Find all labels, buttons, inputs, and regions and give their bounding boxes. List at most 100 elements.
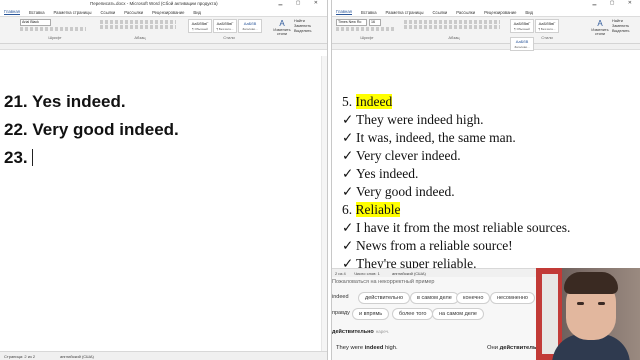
list-item: ✓ Yes indeed. <box>342 166 419 181</box>
list-item: ✓ News from a reliable source! <box>342 238 513 253</box>
font-buttons[interactable] <box>20 27 86 31</box>
change-styles-icon: A <box>279 19 285 28</box>
change-styles-icon-right: A <box>597 19 603 28</box>
paragraph-group-label: Абзац <box>134 35 146 40</box>
tab-mailings[interactable]: Рассылки <box>124 10 143 15</box>
style-normal[interactable]: АаБбВвГ ¶ Обычный <box>188 19 212 33</box>
font-size-box-right[interactable]: 16 <box>369 19 381 26</box>
ribbon-right: Times New Ro 16 Шрифт Абзац АаБбВвГ ¶ Обы… <box>332 16 640 51</box>
check-icon: ✓ <box>342 220 354 235</box>
heading-indeed: 5. Indeed <box>342 94 393 109</box>
style-normal-right[interactable]: АаБбВвГ ¶ Обычный <box>510 19 534 33</box>
chip-konechno[interactable]: конечно <box>456 292 491 304</box>
status-language-right: английский (США) <box>392 271 426 276</box>
tab-home[interactable]: Главная <box>4 9 20 15</box>
change-styles-button[interactable]: A Изменить стили <box>272 19 292 39</box>
align-buttons[interactable] <box>100 25 176 29</box>
check-icon: ✓ <box>342 256 354 268</box>
styles-group-label: Стили <box>223 35 235 40</box>
styles-group: АаБбВвГ ¶ Обычный АаБбВвГ ¶ Без инте... АаБб… <box>188 19 270 40</box>
check-icon: ✓ <box>342 184 354 199</box>
change-styles-button-right[interactable]: A Изменить стили <box>590 19 610 39</box>
font-group-right: Times New Ro 16 Шрифт <box>336 19 398 40</box>
status-page: Страница: 2 из 2 <box>4 354 36 359</box>
select-button[interactable]: Выделить <box>294 29 324 34</box>
chip-deystvitelno[interactable]: действительно <box>358 292 411 304</box>
window-title: Переписать.docx - Microsoft Word (Сбой а… <box>90 1 218 6</box>
list-buttons[interactable] <box>100 20 176 24</box>
line-21: 21. Yes indeed. <box>4 92 126 111</box>
tab-view[interactable]: Вид <box>193 10 201 15</box>
editing-group: Найти Заменить Выделить <box>294 19 324 39</box>
line-22: 22. Very good indeed. <box>4 120 179 139</box>
tab-view-right[interactable]: Вид <box>525 10 533 15</box>
report-link[interactable]: Пожаловаться на некорректный пример <box>332 279 434 285</box>
title-bar: Переписать.docx - Microsoft Word (Сбой а… <box>0 0 327 8</box>
status-language: английский (США) <box>60 354 94 359</box>
document-page[interactable]: 21. Yes indeed. 22. Very good indeed. 23… <box>0 58 327 343</box>
status-words-right: Число слов: 1 <box>354 271 380 276</box>
person-eye <box>577 302 584 305</box>
align-buttons-right[interactable] <box>404 25 500 29</box>
tab-layout[interactable]: Разметка страницы <box>54 10 92 15</box>
font-group: Arial Black Шрифт <box>20 19 90 40</box>
font-group-label-right: Шрифт <box>360 35 374 40</box>
font-name-box[interactable]: Arial Black <box>20 19 51 26</box>
tab-insert[interactable]: Вставка <box>29 10 45 15</box>
style-heading[interactable]: АаБбВ Заголово... <box>238 19 262 33</box>
ribbon-tabs: Главная Вставка Разметка страницы Ссылки… <box>0 8 327 16</box>
text-cursor <box>31 149 34 166</box>
document-page-right[interactable]: 5. Indeed ✓ They were indeed high. ✓ It wa… <box>332 56 640 268</box>
list-item: ✓ Very good indeed. <box>342 184 455 199</box>
paragraph-group: Абзац <box>100 19 180 40</box>
tab-layout-right[interactable]: Разметка страницы <box>386 10 424 15</box>
highlight-reliable: Reliable <box>355 202 401 217</box>
tab-review-right[interactable]: Рецензирование <box>484 10 516 15</box>
heading-reliable: 6. Reliable <box>342 202 401 217</box>
example-english: They were indeed high. <box>336 345 398 351</box>
vertical-scrollbar[interactable] <box>321 56 327 352</box>
style-no-spacing[interactable]: АаБбВвГ ¶ Без инте... <box>213 19 237 33</box>
font-buttons-right[interactable] <box>336 27 396 31</box>
tab-home-right[interactable]: Главная <box>336 9 352 15</box>
tab-review[interactable]: Рецензирование <box>152 10 184 15</box>
line-23: 23. <box>4 148 34 168</box>
font-name-box-right[interactable]: Times New Ro <box>336 19 367 26</box>
tab-mailings-right[interactable]: Рассылки <box>456 10 475 15</box>
chip-i-vpryam[interactable]: и впрямь <box>352 308 390 320</box>
editing-group-right: Найти Заменить Выделить <box>612 19 640 39</box>
window-controls[interactable]: ▁ ▢ ✕ <box>278 0 324 6</box>
chip-na-samom-dele[interactable]: на самом деле <box>432 308 484 320</box>
list-buttons-right[interactable] <box>404 20 500 24</box>
list-item: ✓ I have it from the most reliable source… <box>342 220 571 235</box>
chip-v-samom-dele[interactable]: в самом деле <box>410 292 459 304</box>
font-group-label: Шрифт <box>48 35 62 40</box>
check-icon: ✓ <box>342 148 354 163</box>
paragraph-group-label-right: Абзац <box>448 35 460 40</box>
chip-indeed[interactable]: indeed <box>332 292 355 302</box>
paragraph-group-right: Абзац <box>404 19 504 40</box>
status-page-right: 2 из 4 <box>335 271 346 276</box>
styles-group-right: АаБбВвГ ¶ Обычный АаБбВвГ ¶ Без инте... АаБб… <box>510 19 584 51</box>
check-icon: ✓ <box>342 238 354 253</box>
tab-references[interactable]: Ссылки <box>101 10 116 15</box>
tab-references-right[interactable]: Ссылки <box>433 10 448 15</box>
select-button-right[interactable]: Выделить <box>612 29 640 34</box>
chip-bolee-togo[interactable]: более того <box>392 308 434 320</box>
window-controls-right[interactable]: ▁ ▢ ✕ <box>592 0 638 6</box>
chip-nesomnenno[interactable]: несомненно <box>490 292 535 304</box>
title-bar-right: ▁ ▢ ✕ <box>332 0 640 8</box>
check-icon: ✓ <box>342 130 354 145</box>
person-eye <box>598 302 605 305</box>
part-of-speech: нареч. <box>375 329 390 334</box>
styles-group-label-right: Стили <box>541 35 553 40</box>
ribbon-tabs-right: Главная Вставка Разметка страницы Ссылки… <box>332 8 640 16</box>
person-hair <box>564 272 618 294</box>
tab-insert-right[interactable]: Вставка <box>361 10 377 15</box>
style-no-spacing-right[interactable]: АаБбВвГ ¶ Без инте... <box>535 19 559 33</box>
ruler-right <box>332 44 640 50</box>
chair-panel <box>542 274 558 354</box>
translation-word: действительно нареч. <box>332 329 390 335</box>
highlight-indeed: Indeed <box>355 94 393 109</box>
word-window-left: Переписать.docx - Microsoft Word (Сбой а… <box>0 0 328 360</box>
